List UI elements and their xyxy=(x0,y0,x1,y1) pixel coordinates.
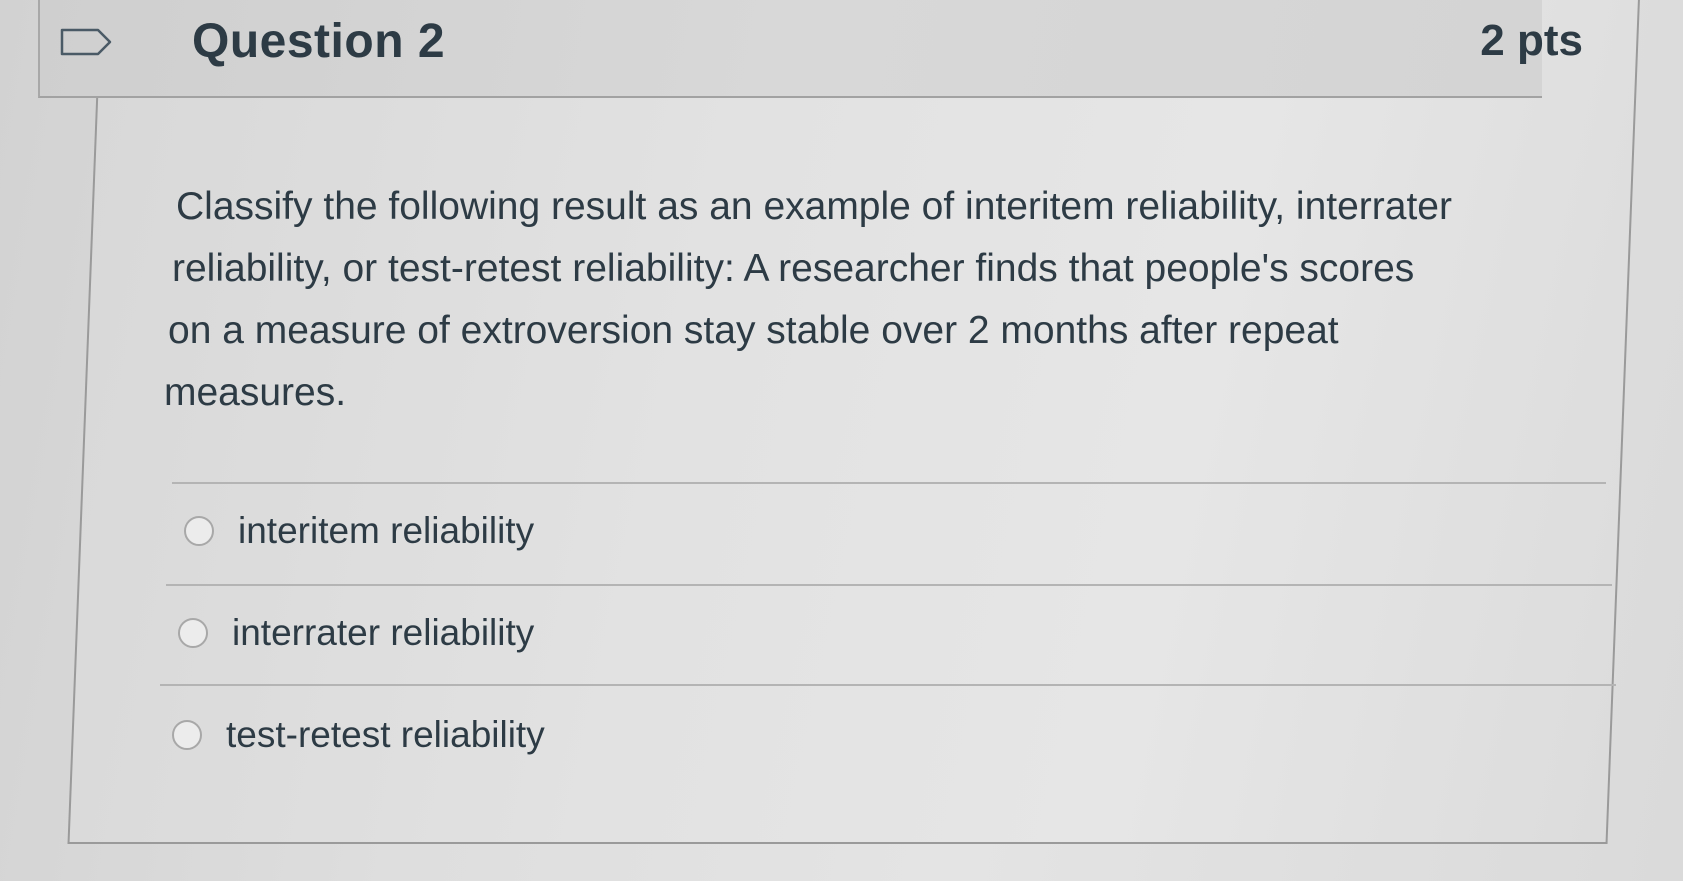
question-text-line: Classify the following result as an exam… xyxy=(176,185,1452,228)
quiz-screen: Question 2 2 pts Classify the following … xyxy=(0,0,1683,881)
flag-question-icon[interactable] xyxy=(60,28,112,56)
question-text-line: measures. xyxy=(164,371,347,414)
answer-label: interitem reliability xyxy=(238,510,535,551)
question-points: 2 pts xyxy=(1480,16,1583,65)
radio-unselected-icon[interactable] xyxy=(172,720,202,750)
answer-label: test-retest reliability xyxy=(226,714,545,755)
question-text: Classify the following result as an exam… xyxy=(164,176,1596,424)
question-title: Question 2 xyxy=(192,15,446,68)
radio-unselected-icon[interactable] xyxy=(184,516,214,546)
question-text-line: on a measure of extroversion stay stable… xyxy=(168,309,1339,352)
answer-divider xyxy=(172,482,1606,484)
answer-option-interrater[interactable]: interrater reliability xyxy=(178,612,534,654)
answer-divider xyxy=(166,584,1612,586)
answer-option-test-retest[interactable]: test-retest reliability xyxy=(172,714,545,756)
question-text-line: reliability, or test-retest reliability:… xyxy=(172,247,1415,290)
radio-unselected-icon[interactable] xyxy=(178,618,208,648)
answer-label: interrater reliability xyxy=(232,612,535,653)
answer-divider xyxy=(160,684,1616,686)
answer-option-interitem[interactable]: interitem reliability xyxy=(184,510,534,552)
